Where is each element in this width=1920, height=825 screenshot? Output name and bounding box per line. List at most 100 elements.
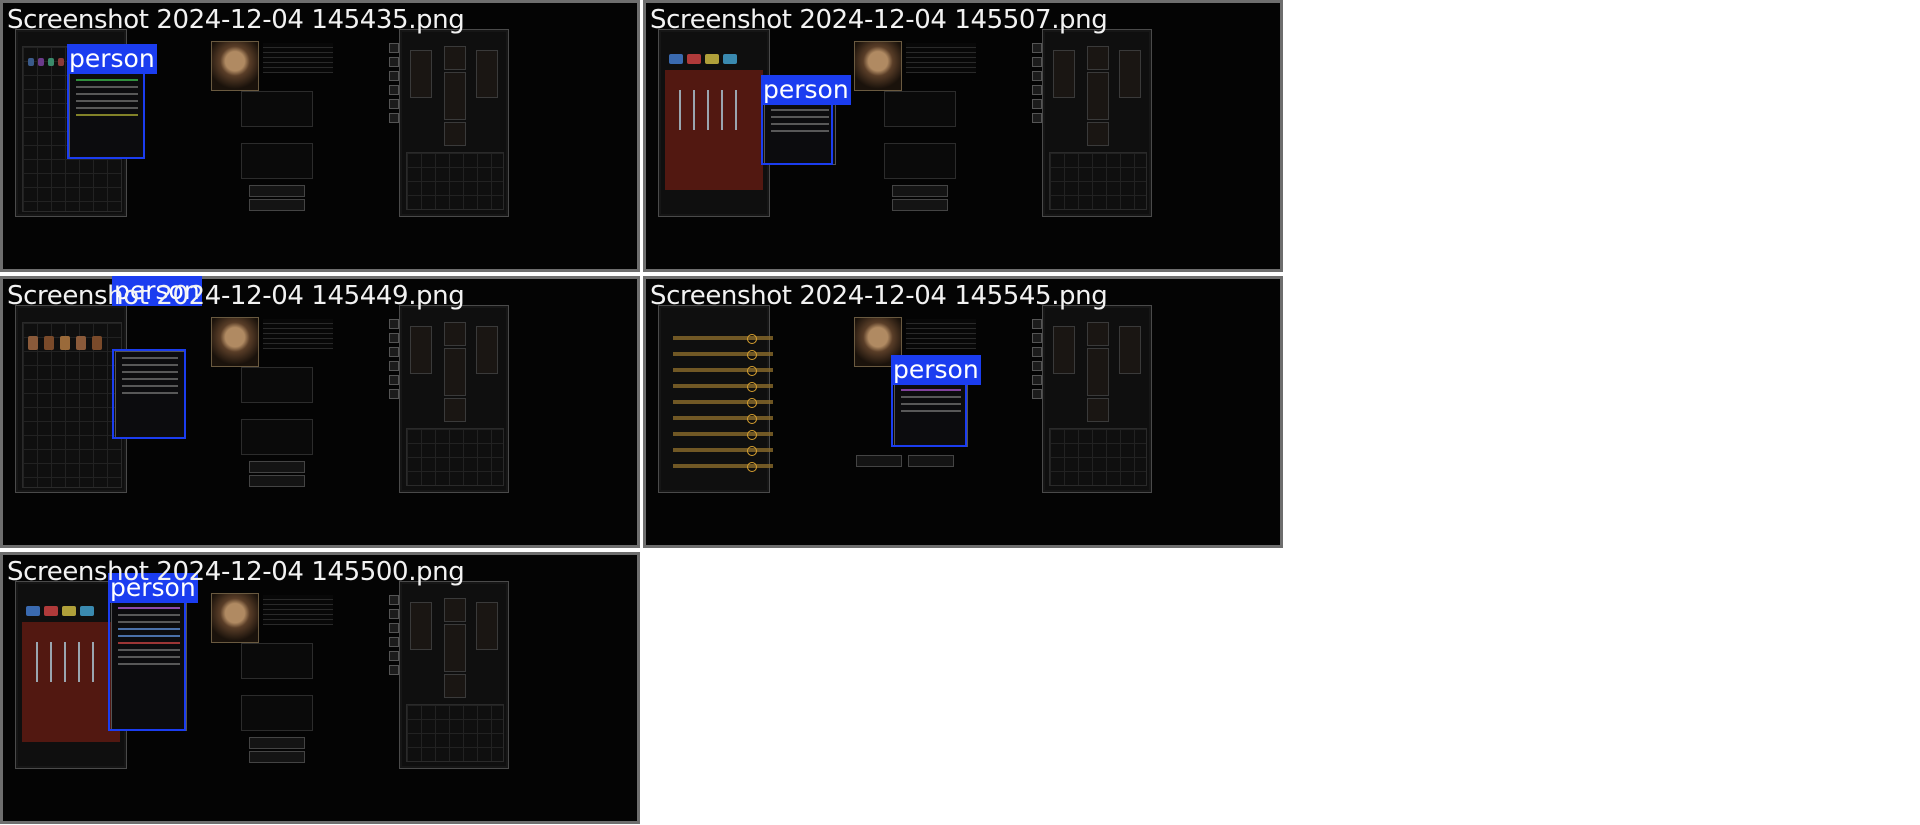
inventory-grid[interactable] bbox=[1049, 428, 1147, 486]
detection-label: person bbox=[67, 44, 157, 74]
boots-slot[interactable] bbox=[1087, 398, 1109, 422]
list-item[interactable] bbox=[673, 336, 773, 340]
list-item[interactable] bbox=[673, 464, 773, 468]
inventory-grid[interactable] bbox=[406, 704, 504, 762]
sword-item[interactable] bbox=[50, 642, 52, 682]
inventory-grid[interactable] bbox=[406, 152, 504, 210]
npc-portrait bbox=[211, 317, 259, 367]
inventory-grid[interactable] bbox=[1049, 152, 1147, 210]
sword-item[interactable] bbox=[92, 642, 94, 682]
sword-item[interactable] bbox=[707, 90, 709, 130]
gem-item[interactable] bbox=[705, 54, 719, 64]
body-armor-slot[interactable] bbox=[444, 72, 466, 120]
sword-item[interactable] bbox=[735, 90, 737, 130]
boots-slot[interactable] bbox=[444, 122, 466, 146]
offhand-slot[interactable] bbox=[476, 50, 498, 98]
inventory-grid[interactable] bbox=[406, 428, 504, 486]
gem-item[interactable] bbox=[669, 54, 683, 64]
shield-item[interactable] bbox=[28, 336, 38, 350]
shield-item[interactable] bbox=[60, 336, 70, 350]
shield-item[interactable] bbox=[76, 336, 86, 350]
sword-item[interactable] bbox=[693, 90, 695, 130]
boots-slot[interactable] bbox=[1087, 122, 1109, 146]
body-armor-slot[interactable] bbox=[1087, 72, 1109, 120]
gem-item[interactable] bbox=[44, 606, 58, 616]
helmet-slot[interactable] bbox=[1087, 46, 1109, 70]
helmet-slot[interactable] bbox=[444, 598, 466, 622]
inventory-tabs[interactable] bbox=[1032, 319, 1042, 403]
weapon-slot[interactable] bbox=[410, 326, 432, 374]
game-screenshot: Screenshot 2024-12-04 145500.png bbox=[3, 555, 637, 821]
list-item[interactable] bbox=[673, 368, 773, 372]
sword-item[interactable] bbox=[679, 90, 681, 130]
list-item[interactable] bbox=[673, 384, 773, 388]
offhand-slot[interactable] bbox=[1119, 50, 1141, 98]
helmet-slot[interactable] bbox=[444, 322, 466, 346]
offhand-slot[interactable] bbox=[476, 602, 498, 650]
action-button[interactable] bbox=[249, 199, 305, 211]
sword-item[interactable] bbox=[78, 642, 80, 682]
sword-item[interactable] bbox=[64, 642, 66, 682]
list-item[interactable] bbox=[673, 448, 773, 452]
weapon-slot[interactable] bbox=[410, 602, 432, 650]
weapon-slot[interactable] bbox=[410, 50, 432, 98]
offhand-slot[interactable] bbox=[1119, 326, 1141, 374]
result-slot[interactable] bbox=[241, 419, 313, 455]
gem-item[interactable] bbox=[26, 606, 40, 616]
shield-item[interactable] bbox=[44, 336, 54, 350]
check-icon bbox=[747, 462, 757, 472]
offhand-slot[interactable] bbox=[476, 326, 498, 374]
crafting-slot[interactable] bbox=[241, 643, 313, 679]
gem-item[interactable] bbox=[58, 58, 64, 66]
inventory-tabs[interactable] bbox=[1032, 43, 1042, 127]
sword-item[interactable] bbox=[721, 90, 723, 130]
helmet-slot[interactable] bbox=[1087, 322, 1109, 346]
list-item[interactable] bbox=[673, 416, 773, 420]
weapon-rack bbox=[665, 70, 763, 190]
check-icon bbox=[747, 366, 757, 376]
inventory-tabs[interactable] bbox=[389, 595, 399, 679]
inventory-panel bbox=[399, 29, 509, 217]
gem-item[interactable] bbox=[687, 54, 701, 64]
list-item[interactable] bbox=[673, 432, 773, 436]
action-button[interactable] bbox=[892, 185, 948, 197]
result-slot[interactable] bbox=[884, 143, 956, 179]
detection-label: person bbox=[891, 355, 981, 385]
result-slot[interactable] bbox=[241, 695, 313, 731]
weapon-slot[interactable] bbox=[1053, 326, 1075, 374]
action-button[interactable] bbox=[249, 751, 305, 763]
action-button[interactable] bbox=[856, 455, 902, 467]
gem-item[interactable] bbox=[38, 58, 44, 66]
weapon-slot[interactable] bbox=[1053, 50, 1075, 98]
sword-item[interactable] bbox=[36, 642, 38, 682]
action-button[interactable] bbox=[249, 185, 305, 197]
crafting-slot[interactable] bbox=[884, 91, 956, 127]
gem-item[interactable] bbox=[80, 606, 94, 616]
action-button[interactable] bbox=[249, 475, 305, 487]
gem-item[interactable] bbox=[723, 54, 737, 64]
crafting-slot[interactable] bbox=[241, 367, 313, 403]
boots-slot[interactable] bbox=[444, 674, 466, 698]
check-icon bbox=[747, 430, 757, 440]
list-item[interactable] bbox=[673, 352, 773, 356]
screenshot-tile-1: Screenshot 2024-12-04 145435.png person bbox=[0, 0, 640, 272]
gem-item[interactable] bbox=[48, 58, 54, 66]
gem-item[interactable] bbox=[28, 58, 34, 66]
action-button[interactable] bbox=[249, 737, 305, 749]
action-button[interactable] bbox=[908, 455, 954, 467]
crafting-slot[interactable] bbox=[241, 91, 313, 127]
inventory-tabs[interactable] bbox=[389, 43, 399, 127]
action-button[interactable] bbox=[249, 461, 305, 473]
inventory-tabs[interactable] bbox=[389, 319, 399, 403]
helmet-slot[interactable] bbox=[444, 46, 466, 70]
action-button[interactable] bbox=[892, 199, 948, 211]
body-armor-slot[interactable] bbox=[1087, 348, 1109, 396]
body-armor-slot[interactable] bbox=[444, 624, 466, 672]
boots-slot[interactable] bbox=[444, 398, 466, 422]
shield-item[interactable] bbox=[92, 336, 102, 350]
check-icon bbox=[747, 334, 757, 344]
result-slot[interactable] bbox=[241, 143, 313, 179]
body-armor-slot[interactable] bbox=[444, 348, 466, 396]
list-item[interactable] bbox=[673, 400, 773, 404]
gem-item[interactable] bbox=[62, 606, 76, 616]
